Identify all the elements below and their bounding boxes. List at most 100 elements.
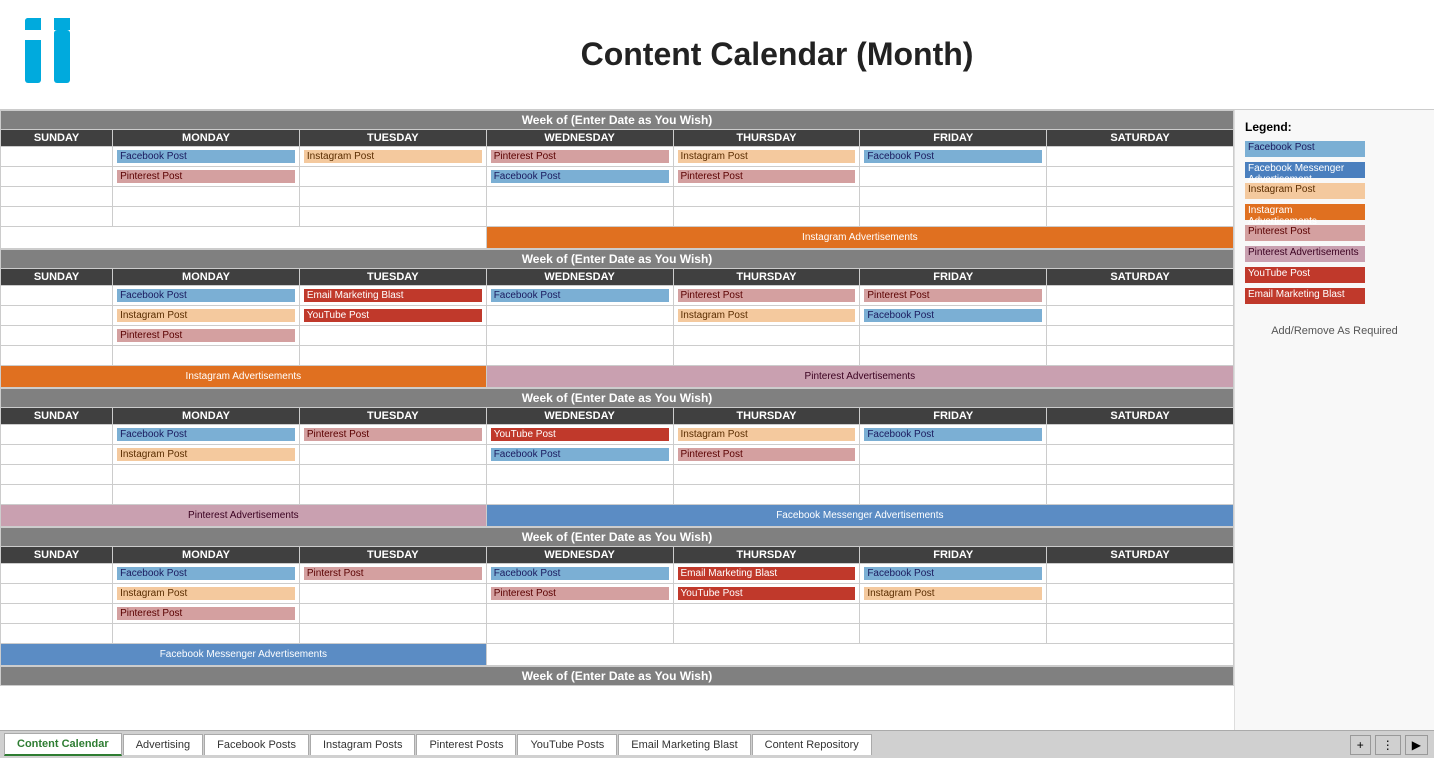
week-block-0: Week of (Enter Date as You Wish)SUNDAYMO… <box>0 110 1234 249</box>
cell-friday-row2 <box>860 465 1047 485</box>
cell-friday-row2 <box>860 187 1047 207</box>
cell-friday-row3 <box>860 485 1047 505</box>
content-item: Pinterest Post <box>491 150 669 163</box>
scroll-right-button[interactable]: ▶ <box>1405 735 1428 755</box>
cell-saturday-row3 <box>1047 624 1234 644</box>
cell-wednesday-row0: Facebook Post <box>486 564 673 584</box>
cell-thursday-row2 <box>673 465 860 485</box>
cell-monday-row1: Instagram Post <box>113 445 300 465</box>
day-header-monday: MONDAY <box>113 547 300 564</box>
day-header-saturday: SATURDAY <box>1047 547 1234 564</box>
day-header-sunday: SUNDAY <box>1 269 113 286</box>
day-header-sunday: SUNDAY <box>1 547 113 564</box>
cell-monday-row1: Instagram Post <box>113 584 300 604</box>
cell-wednesday-row3 <box>486 624 673 644</box>
week-table-1: Week of (Enter Date as You Wish)SUNDAYMO… <box>0 249 1234 388</box>
cell-tuesday-row3 <box>299 346 486 366</box>
tab-content-repository[interactable]: Content Repository <box>752 734 872 755</box>
cell-wednesday-row1: Facebook Post <box>486 167 673 187</box>
day-header-thursday: THURSDAY <box>673 547 860 564</box>
day-header-tuesday: TUESDAY <box>299 547 486 564</box>
header: Content Calendar (Month) <box>0 0 1434 110</box>
tab-instagram-posts[interactable]: Instagram Posts <box>310 734 415 755</box>
cell-wednesday-row3 <box>486 346 673 366</box>
cell-thursday-row1: Pinterest Post <box>673 167 860 187</box>
calendar-main[interactable]: Week of (Enter Date as You Wish)SUNDAYMO… <box>0 110 1234 730</box>
tab-youtube-posts[interactable]: YouTube Posts <box>517 734 617 755</box>
ad-right <box>486 644 1233 666</box>
cell-thursday-row1: YouTube Post <box>673 584 860 604</box>
tab-list: Content CalendarAdvertisingFacebook Post… <box>4 733 873 756</box>
cell-saturday-row1 <box>1047 584 1234 604</box>
cell-tuesday-row0: Pinterest Post <box>299 425 486 445</box>
ad-row-3: Facebook Messenger Advertisements <box>1 644 1234 666</box>
cell-thursday-row2 <box>673 604 860 624</box>
cell-monday-row2: Pinterest Post <box>113 604 300 624</box>
week-header-1: Week of (Enter Date as You Wish) <box>1 250 1234 269</box>
tab-content-calendar[interactable]: Content Calendar <box>4 733 122 756</box>
add-sheet-button[interactable]: + <box>1350 735 1371 755</box>
cell-saturday-row1 <box>1047 445 1234 465</box>
cell-thursday-row3 <box>673 485 860 505</box>
cell-wednesday-row1: Facebook Post <box>486 445 673 465</box>
content-item: Pinterest Post <box>117 607 295 620</box>
cell-friday-row2 <box>860 604 1047 624</box>
week-table-2: Week of (Enter Date as You Wish)SUNDAYMO… <box>0 388 1234 527</box>
cell-saturday-row3 <box>1047 346 1234 366</box>
week5-table: Week of (Enter Date as You Wish) <box>0 666 1234 686</box>
content-item: Facebook Post <box>117 150 295 163</box>
cell-tuesday-row1: YouTube Post <box>299 306 486 326</box>
day-header-sunday: SUNDAY <box>1 130 113 147</box>
cell-thursday-row0: Email Marketing Blast <box>673 564 860 584</box>
cell-saturday-row2 <box>1047 465 1234 485</box>
cell-wednesday-row2 <box>486 187 673 207</box>
content-item: Instagram Post <box>678 309 856 322</box>
tab-facebook-posts[interactable]: Facebook Posts <box>204 734 309 755</box>
content-item: Facebook Post <box>864 150 1042 163</box>
cell-tuesday-row2 <box>299 604 486 624</box>
ad-left: Instagram Advertisements <box>1 366 487 388</box>
cell-thursday-row3 <box>673 624 860 644</box>
cell-tuesday-row2 <box>299 465 486 485</box>
cell-wednesday-row2 <box>486 326 673 346</box>
legend-note: Add/Remove As Required <box>1245 325 1424 337</box>
cell-wednesday-row2 <box>486 465 673 485</box>
cell-thursday-row1: Instagram Post <box>673 306 860 326</box>
logo <box>20 13 120 96</box>
day-header-wednesday: WEDNESDAY <box>486 547 673 564</box>
legend-item: YouTube Post <box>1245 266 1424 284</box>
cell-tuesday-row1 <box>299 584 486 604</box>
cell-sunday-row2 <box>1 187 113 207</box>
day-header-friday: FRIDAY <box>860 269 1047 286</box>
cell-tuesday-row2 <box>299 187 486 207</box>
day-header-wednesday: WEDNESDAY <box>486 408 673 425</box>
content-item: Instagram Post <box>117 448 295 461</box>
week-header-0: Week of (Enter Date as You Wish) <box>1 111 1234 130</box>
cell-tuesday-row3 <box>299 485 486 505</box>
cell-thursday-row0: Instagram Post <box>673 425 860 445</box>
sheet-nav-button[interactable]: ⋮ <box>1375 735 1401 755</box>
cell-monday-row3 <box>113 207 300 227</box>
legend-item: Pinterest Advertisements <box>1245 245 1424 263</box>
legend-color-box: Facebook Post <box>1245 141 1365 157</box>
content-item: Email Marketing Blast <box>304 289 482 302</box>
cell-saturday-row1 <box>1047 306 1234 326</box>
cell-wednesday-row0: Facebook Post <box>486 286 673 306</box>
content-item: Facebook Post <box>864 428 1042 441</box>
content-item: YouTube Post <box>678 587 856 600</box>
cell-wednesday-row3 <box>486 207 673 227</box>
tab-advertising[interactable]: Advertising <box>123 734 203 755</box>
content-item: Instagram Post <box>117 309 295 322</box>
tab-pinterest-posts[interactable]: Pinterest Posts <box>416 734 516 755</box>
cell-friday-row2 <box>860 326 1047 346</box>
cell-saturday-row2 <box>1047 604 1234 624</box>
cell-thursday-row3 <box>673 346 860 366</box>
cell-sunday-row1 <box>1 445 113 465</box>
content-item: Instagram Post <box>117 587 295 600</box>
tab-email-marketing-blast[interactable]: Email Marketing Blast <box>618 734 750 755</box>
cell-thursday-row3 <box>673 207 860 227</box>
week5-header: Week of (Enter Date as You Wish) <box>1 667 1234 686</box>
cell-friday-row0: Facebook Post <box>860 564 1047 584</box>
cell-monday-row2 <box>113 465 300 485</box>
cell-friday-row3 <box>860 624 1047 644</box>
